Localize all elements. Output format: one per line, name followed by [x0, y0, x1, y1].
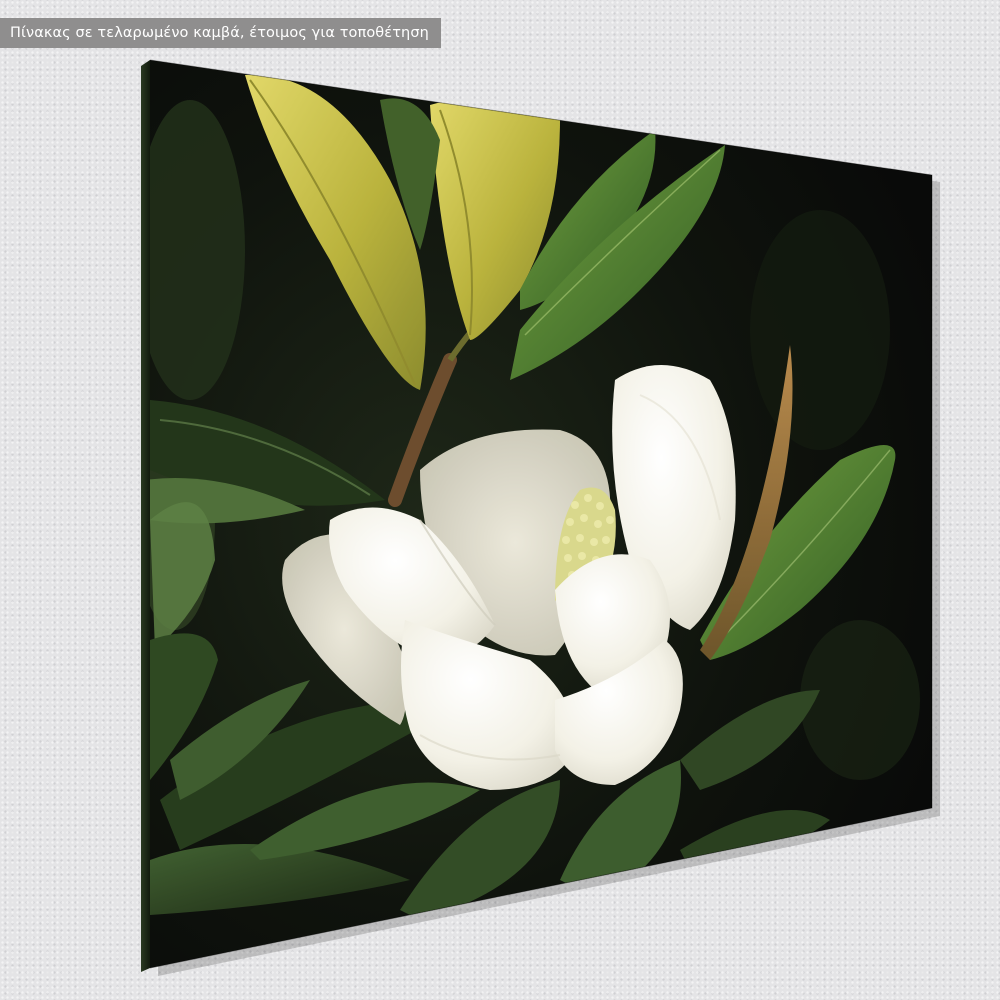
canvas-print [141, 59, 940, 976]
